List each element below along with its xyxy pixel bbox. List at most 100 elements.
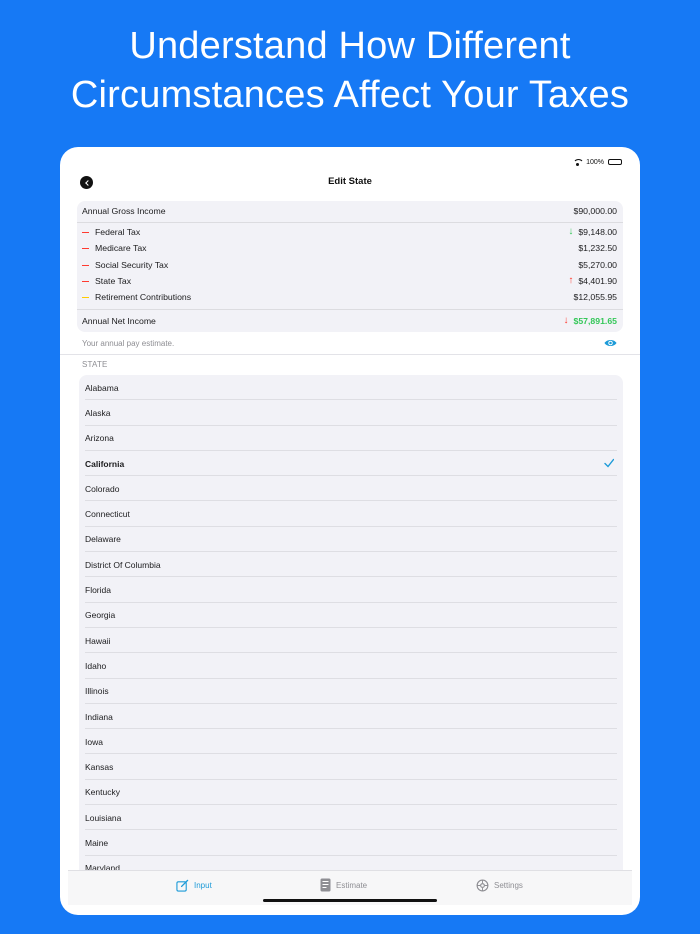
tab-estimate-label: Estimate — [336, 880, 368, 890]
state-name: Connecticut — [85, 509, 130, 520]
category-dash — [82, 248, 89, 250]
headline-line-2: Circumstances Affect Your Taxes — [70, 74, 630, 116]
state-name: Georgia — [85, 610, 116, 621]
deduction-row: Retirement Contributions $12,055.95 — [77, 289, 623, 305]
document-icon — [320, 878, 331, 892]
state-row[interactable]: Illinois — [79, 679, 623, 705]
state-row[interactable]: Colorado — [79, 476, 623, 502]
state-name: Hawaii — [85, 635, 111, 646]
nav-bar: Edit State — [60, 174, 640, 198]
deduction-value-wrap: $1,232.50 — [578, 243, 617, 253]
arrow-down-icon: ↓ — [563, 314, 569, 326]
category-dash — [82, 297, 89, 299]
estimate-note: Your annual pay estimate. — [82, 339, 175, 348]
deduction-label: Federal Tax — [77, 227, 140, 237]
state-row[interactable]: Arizona — [79, 426, 623, 452]
deduction-label-text: Federal Tax — [95, 227, 141, 237]
state-row[interactable]: California — [79, 451, 623, 477]
state-row[interactable]: Delaware — [79, 527, 623, 553]
state-name: Maine — [85, 837, 109, 848]
state-name: Delaware — [85, 534, 121, 545]
deduction-label: State Tax — [77, 276, 131, 286]
state-row[interactable]: Maryland — [79, 856, 623, 871]
deduction-value-wrap: $5,270.00 — [578, 260, 617, 270]
state-row[interactable]: Idaho — [79, 653, 623, 679]
estimate-note-row: Your annual pay estimate. — [77, 333, 623, 354]
deduction-value: $5,270.00 — [578, 260, 617, 270]
state-row[interactable]: District Of Columbia — [79, 552, 623, 578]
divider — [77, 222, 623, 223]
gross-income-value: $90,000.00 — [573, 206, 617, 216]
state-name: Indiana — [85, 711, 113, 722]
deduction-row: Federal Tax ↓ $9,148.00 — [77, 224, 623, 240]
deduction-value-wrap: ↑ $4,401.90 — [568, 275, 617, 287]
tab-settings[interactable]: Settings — [476, 877, 523, 893]
state-name: Colorado — [85, 483, 120, 494]
net-income-value-wrap: ↓ $57,891.65 — [563, 314, 617, 326]
state-row[interactable]: Georgia — [79, 603, 623, 629]
tab-settings-label: Settings — [494, 880, 523, 890]
state-row[interactable]: Kansas — [79, 754, 623, 781]
headline-line-1: Understand How Different — [129, 25, 571, 67]
deduction-value-wrap: $12,055.95 — [574, 292, 617, 302]
deduction-label: Social Security Tax — [77, 260, 168, 270]
state-name: Idaho — [85, 660, 107, 671]
state-row[interactable]: Alabama — [79, 375, 623, 401]
state-list[interactable]: Alabama Alaska Arizona California Colorado Co… — [79, 375, 623, 871]
category-dash — [82, 232, 89, 234]
page-title: Edit State — [328, 176, 372, 187]
deduction-label-text: Retirement Contributions — [95, 292, 192, 302]
deduction-row: Medicare Tax $1,232.50 — [77, 240, 623, 256]
deduction-value-wrap: ↓ $9,148.00 — [568, 227, 617, 238]
state-name: Kansas — [85, 762, 114, 773]
state-name: Kentucky — [85, 787, 120, 798]
state-name: Illinois — [85, 686, 109, 697]
category-dash — [82, 281, 89, 283]
state-name: Arizona — [85, 433, 114, 444]
battery-percent: 100% — [586, 158, 604, 166]
category-dash — [82, 265, 89, 267]
tab-input-label: Input — [194, 880, 212, 890]
gear-icon — [476, 879, 489, 891]
battery-icon — [608, 159, 622, 165]
tab-input[interactable]: Input — [176, 877, 212, 893]
checkmark-icon — [604, 458, 614, 468]
deduction-label-text: Social Security Tax — [95, 260, 169, 270]
state-name: Alabama — [85, 382, 119, 393]
state-row[interactable]: Alaska — [79, 400, 623, 426]
deduction-label: Medicare Tax — [77, 243, 147, 253]
eye-icon[interactable] — [604, 338, 617, 348]
device-screen: 100% Edit State Annual Gross Income $90,… — [60, 147, 640, 915]
state-row[interactable]: Louisiana — [79, 805, 623, 831]
state-name: Iowa — [85, 736, 103, 747]
state-name: California — [85, 458, 125, 469]
state-name: Alaska — [85, 407, 111, 418]
deduction-label-text: Medicare Tax — [95, 243, 147, 253]
headline: Understand How Different Circumstances A… — [0, 22, 700, 120]
net-income-row: Annual Net Income ↓ $57,891.65 — [77, 310, 623, 331]
deduction-value: $9,148.00 — [578, 227, 617, 237]
edit-icon — [176, 879, 189, 892]
deduction-row: State Tax ↑ $4,401.90 — [77, 273, 623, 289]
gross-income-label: Annual Gross Income — [82, 206, 166, 216]
state-row[interactable]: Hawaii — [79, 628, 623, 654]
state-row[interactable]: Connecticut — [79, 501, 623, 528]
state-row[interactable]: Iowa — [79, 729, 623, 755]
gross-income-row: Annual Gross Income $90,000.00 — [77, 201, 623, 221]
divider — [60, 354, 640, 355]
state-row[interactable]: Florida — [79, 577, 623, 603]
deduction-value: $4,401.90 — [578, 276, 617, 286]
income-summary: Annual Gross Income $90,000.00 Federal T… — [77, 201, 623, 332]
deduction-row: Social Security Tax $5,270.00 — [77, 257, 623, 273]
state-row[interactable]: Indiana — [79, 704, 623, 730]
section-header-state: STATE — [82, 360, 108, 369]
state-row[interactable]: Kentucky — [79, 780, 623, 806]
state-row[interactable]: Maine — [79, 830, 623, 856]
deduction-label-text: State Tax — [95, 276, 132, 286]
net-income-label: Annual Net Income — [82, 315, 156, 326]
tab-estimate[interactable]: Estimate — [320, 877, 367, 893]
deduction-value: $12,055.95 — [573, 292, 617, 302]
deduction-label: Retirement Contributions — [77, 292, 191, 302]
arrow-up-icon: ↑ — [568, 275, 574, 286]
state-name: Florida — [85, 585, 111, 596]
